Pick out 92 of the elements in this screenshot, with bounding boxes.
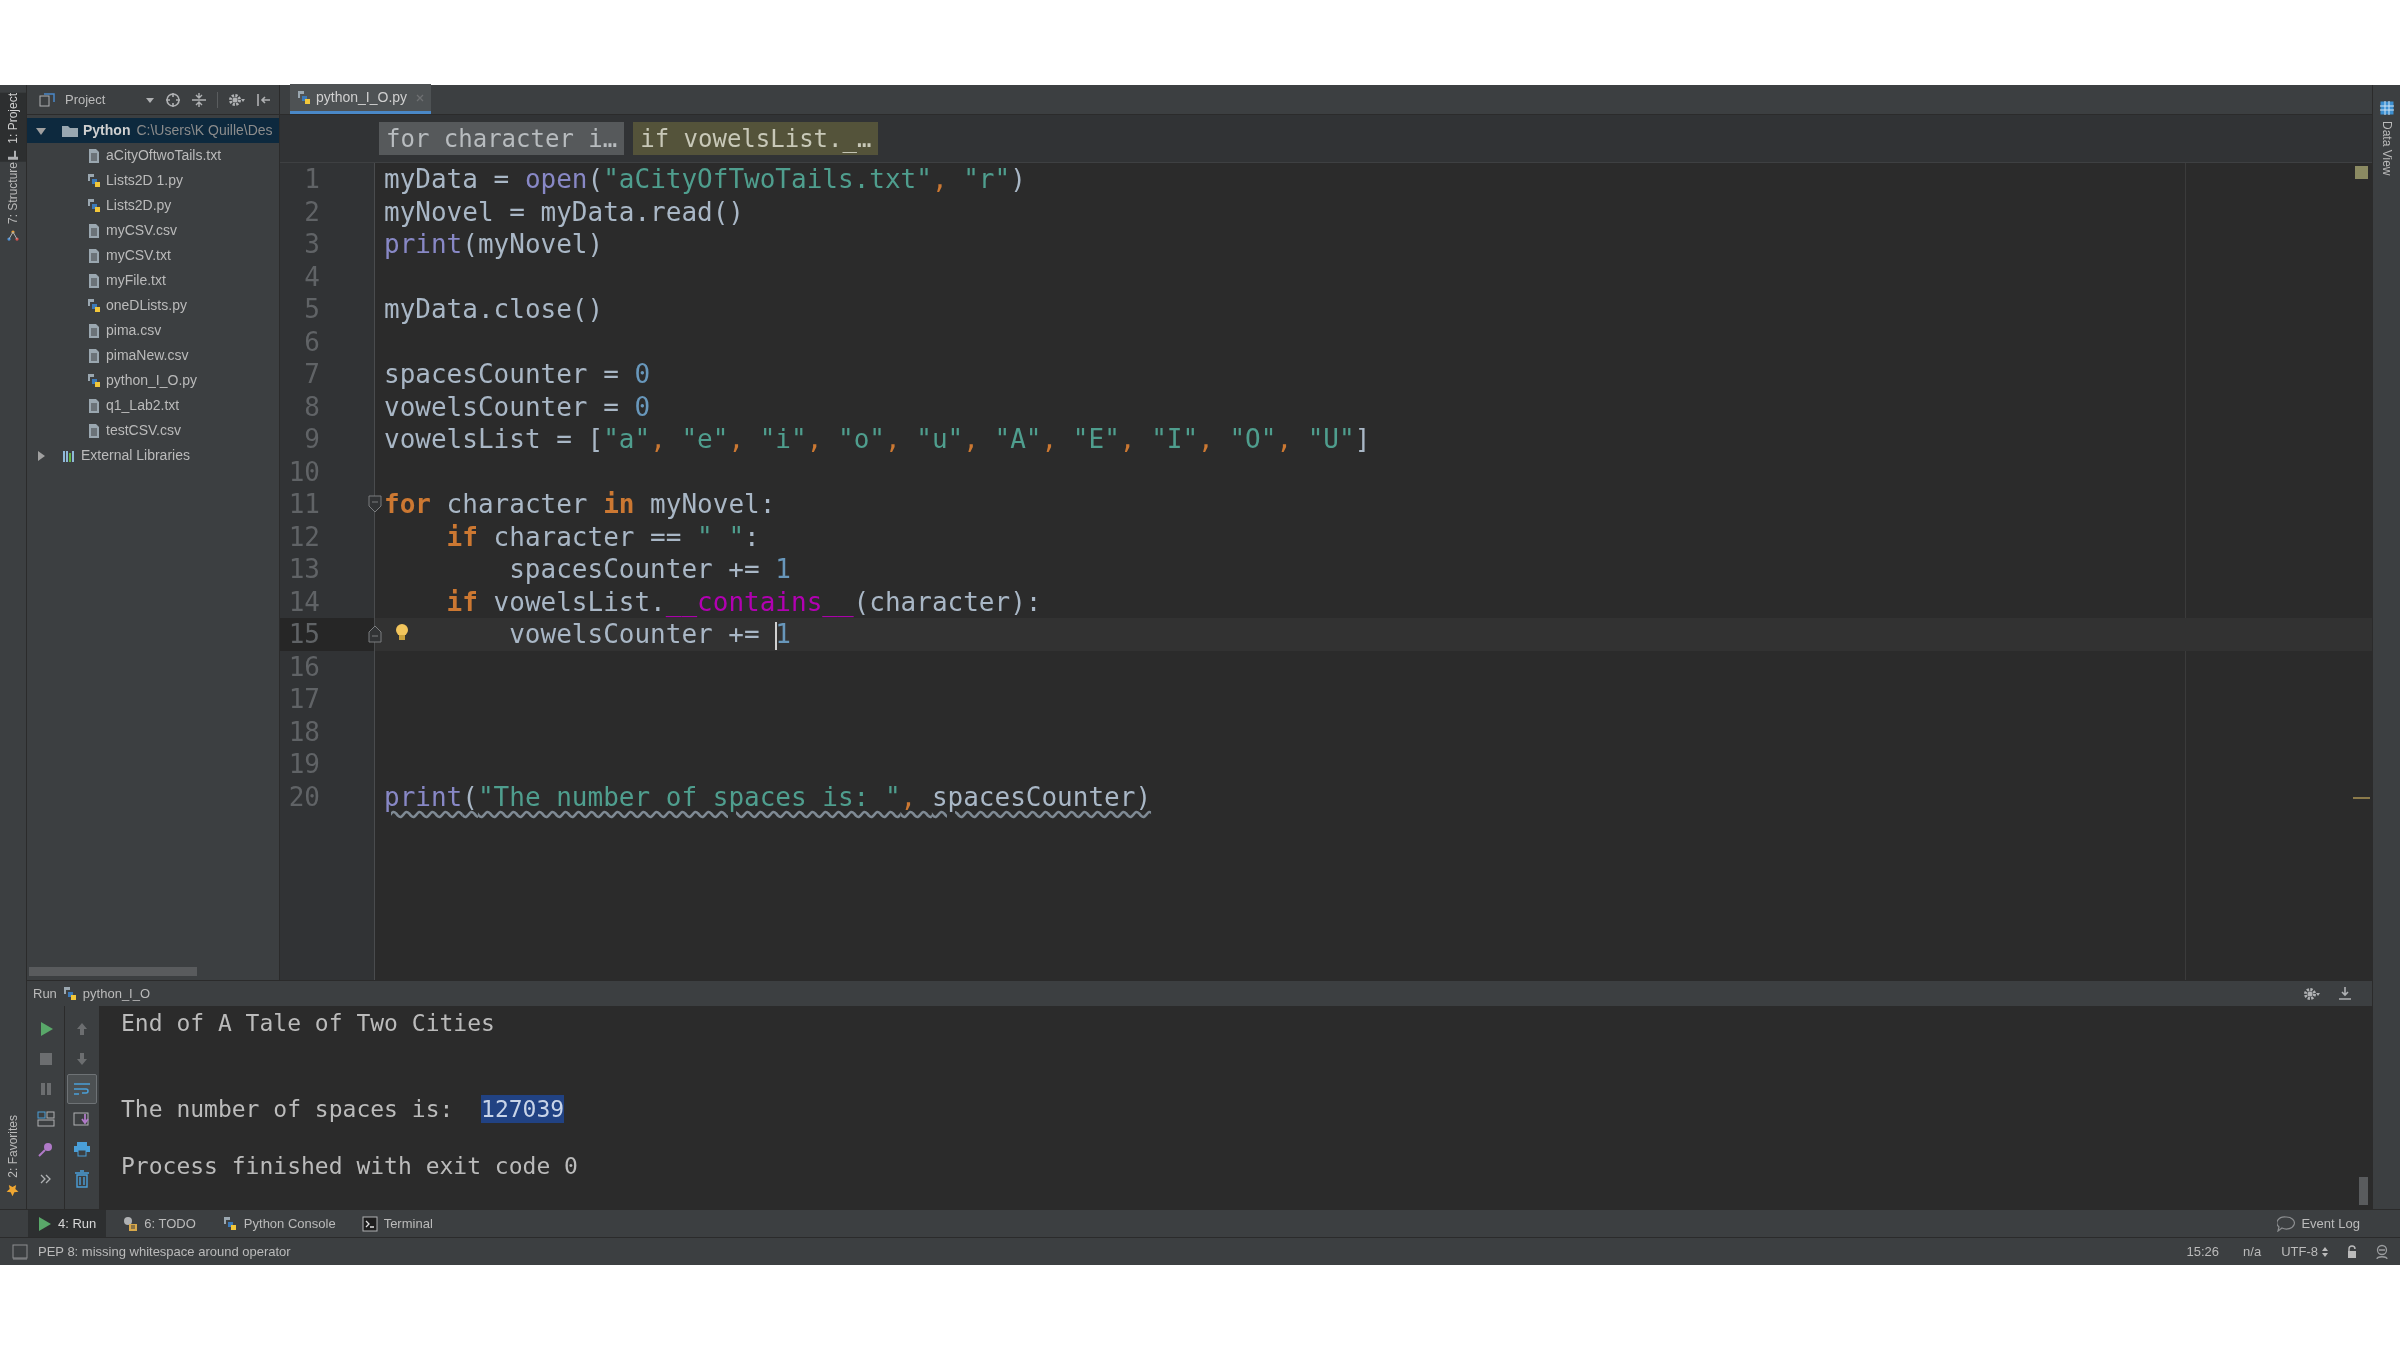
editor-tab[interactable]: python_I_O.py <box>290 84 432 114</box>
tool-window-tab[interactable]: Data View <box>2373 101 2400 176</box>
code-line: vowelsCounter += 1 <box>509 618 791 651</box>
text-caret <box>775 621 778 650</box>
speech-bubble-icon <box>2277 1215 2296 1232</box>
run-config-name: python_I_O <box>82 984 151 1003</box>
hide-panel-icon[interactable] <box>256 91 272 108</box>
tree-item[interactable]: Lists2D.py <box>27 193 279 218</box>
soft-wrap-icon[interactable] <box>67 1074 97 1104</box>
python-icon <box>221 1215 238 1232</box>
python-file-icon <box>86 197 102 214</box>
tree-item[interactable]: Lists2D 1.py <box>27 168 279 193</box>
tree-item[interactable]: myCSV.txt <box>27 243 279 268</box>
code-line: print(myNovel) <box>384 228 604 261</box>
code-line: spacesCounter += 1 <box>509 553 791 586</box>
scrollbar[interactable] <box>2359 1177 2368 1205</box>
output-line: The number of spaces is: <box>121 1094 455 1123</box>
tree-item[interactable]: q1_Lab2.txt <box>27 393 279 418</box>
settings-icon[interactable] <box>2303 985 2321 1002</box>
target-icon[interactable] <box>165 91 181 108</box>
dropdown-arrow-icon[interactable] <box>145 95 155 104</box>
code-line: print("The number of spaces is: ", spacesCounter) <box>384 780 1152 813</box>
tree-item[interactable]: python_I_O.py <box>27 368 279 393</box>
tool-window-tab[interactable]: Python Console <box>211 1209 346 1238</box>
lock-icon[interactable] <box>2346 1244 2358 1259</box>
dropdown-arrows-icon[interactable] <box>2322 1245 2328 1258</box>
tree-item[interactable]: External Libraries <box>27 443 279 468</box>
code-line: vowelsList = ["a", "e", "i", "o", "u", "A", "E", "I", "O", "U"] <box>384 423 1371 456</box>
file-icon <box>86 422 102 439</box>
code-line: if vowelsList.__contains__(character): <box>446 585 1042 618</box>
file-icon <box>86 347 102 364</box>
file-icon <box>86 272 102 289</box>
code-line: for character in myNovel: <box>384 488 776 521</box>
tree-item[interactable]: aCityOftwoTails.txt <box>27 143 279 168</box>
caret-position[interactable]: 15:26 <box>2186 1241 2220 1262</box>
code-line: spacesCounter = 0 <box>384 358 651 391</box>
tool-window-tab[interactable]: Terminal <box>351 1209 443 1238</box>
tree-item[interactable]: pimaNew.csv <box>27 343 279 368</box>
collapse-all-icon[interactable] <box>191 91 207 108</box>
tree-item[interactable]: myCSV.csv <box>27 218 279 243</box>
settings-icon[interactable] <box>228 91 246 108</box>
event-log-button[interactable]: Event Log <box>2277 1213 2360 1234</box>
breadcrumb[interactable]: if vowelsList._… <box>633 122 879 155</box>
file-icon <box>86 322 102 339</box>
file-icon <box>86 147 102 164</box>
hide-panel-icon[interactable] <box>2338 985 2352 1002</box>
terminal-icon <box>361 1215 378 1232</box>
code-line: vowelsCounter = 0 <box>384 390 651 423</box>
tree-item[interactable]: myFile.txt <box>27 268 279 293</box>
star-icon <box>6 1184 20 1197</box>
python-file-icon <box>86 172 102 189</box>
todo-icon <box>122 1215 139 1232</box>
output-line: End of A Tale of Two Cities <box>121 1009 495 1038</box>
code-line: myData.close() <box>384 293 604 326</box>
file-icon <box>86 397 102 414</box>
encoding[interactable]: UTF-8 <box>2281 1241 2318 1262</box>
tool-window-tab[interactable]: 2: Favorites <box>0 1115 26 1197</box>
scrollbar[interactable] <box>29 967 197 976</box>
tree-item[interactable]: testCSV.csv <box>27 418 279 443</box>
code-line: myData = open("aCityOfTwoTails.txt", "r") <box>384 163 1026 196</box>
project-view-icon <box>39 92 55 107</box>
line-number: 15 <box>280 618 374 651</box>
fold-icon[interactable] <box>368 495 382 513</box>
line-separator[interactable]: n/a <box>2243 1241 2262 1262</box>
selected-text: 127039 <box>481 1094 565 1123</box>
inspector-icon[interactable] <box>2374 1243 2390 1260</box>
structure-icon <box>7 229 19 242</box>
lightbulb-icon[interactable] <box>395 623 409 643</box>
tree-item[interactable]: oneDLists.py <box>27 293 279 318</box>
python-file-icon <box>296 89 312 106</box>
expand-arrow-icon[interactable] <box>35 449 47 462</box>
python-icon <box>61 985 78 1002</box>
tool-window-tab[interactable]: 1: Project <box>0 93 26 162</box>
tool-window-tab[interactable]: 4: Run <box>28 1209 107 1238</box>
panel-title: Run <box>33 984 57 1003</box>
run-icon <box>38 1215 52 1232</box>
code-line: myNovel = myData.read() <box>384 195 745 228</box>
python-file-icon <box>86 297 102 314</box>
file-icon <box>86 247 102 264</box>
tool-window-tab[interactable]: 6: TODO <box>112 1209 206 1238</box>
tree-item[interactable]: pima.csv <box>27 318 279 343</box>
output-line: Process finished with exit code 0 <box>121 1151 578 1180</box>
panel-title: Project <box>65 90 107 109</box>
status-message: PEP 8: missing whitespace around operator <box>38 1242 291 1261</box>
python-file-icon <box>86 372 102 389</box>
tool-window-toggle-icon[interactable] <box>12 1243 28 1260</box>
breadcrumb[interactable]: for character i… <box>379 122 625 155</box>
file-icon <box>86 222 102 239</box>
table-icon <box>2379 101 2394 115</box>
tool-window-tab[interactable]: 7: Structure <box>0 161 26 242</box>
tree-item[interactable]: Python C:\Users\K Quille\Des <box>27 118 279 143</box>
code-line: if character == " ": <box>446 520 760 553</box>
